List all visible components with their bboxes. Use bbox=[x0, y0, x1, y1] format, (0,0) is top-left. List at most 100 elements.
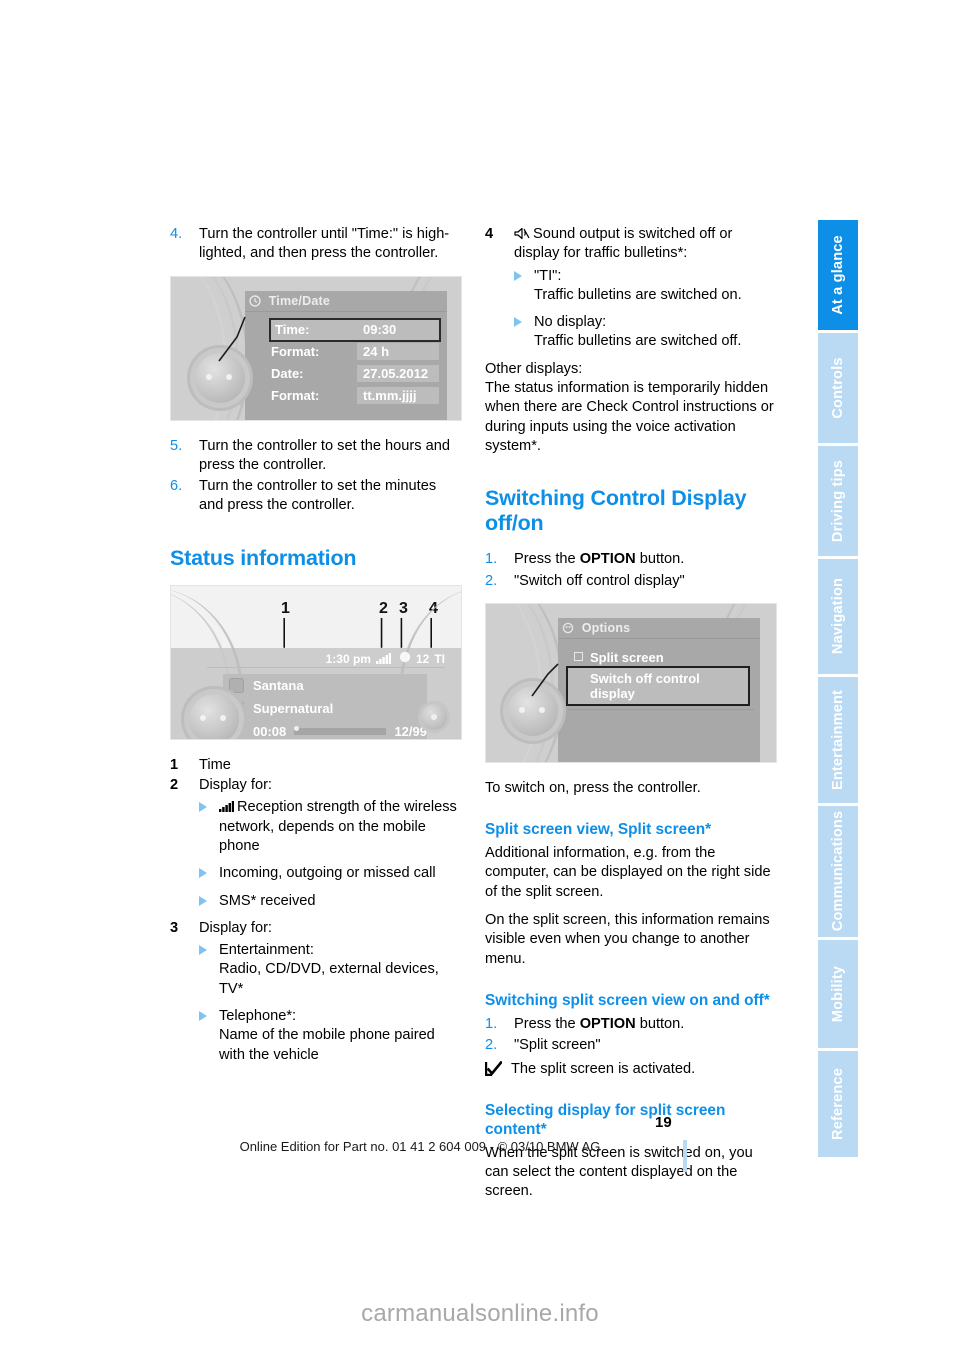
result-text: The split screen is activated. bbox=[511, 1060, 696, 1077]
switch-on-note: To switch on, press the controller. bbox=[485, 779, 701, 796]
triangle-bullet-icon bbox=[199, 895, 207, 906]
triangle-bullet-icon bbox=[199, 802, 207, 813]
legend-label: Time bbox=[199, 756, 231, 773]
sidebar-tab-reference[interactable]: Reference bbox=[818, 1051, 858, 1157]
sidebar-tab-at-a-glance[interactable]: At a glance bbox=[818, 220, 858, 330]
list-item: SMS* received bbox=[199, 892, 462, 911]
triangle-bullet-icon bbox=[514, 270, 522, 281]
list-item: No display: Traffic bulletins are switch… bbox=[514, 313, 777, 352]
step-text-pre: "Split screen" bbox=[514, 1037, 601, 1054]
sidebar-tab-label: Communications bbox=[830, 811, 846, 932]
idrive-controller-knob[interactable] bbox=[508, 685, 558, 736]
list-item: 4. Turn the controller until "Time:" is … bbox=[170, 225, 462, 264]
list-item: 2. "Split screen" bbox=[485, 1036, 777, 1055]
row-value: 24 h bbox=[357, 343, 439, 361]
right-content-column: 4 Sound output is switched off or displa… bbox=[484, 225, 777, 1215]
idrive-menu-panel: Time/Date Time: 09:30 Format: 24 h Date:… bbox=[245, 290, 447, 420]
option-button-label: OPTION bbox=[579, 1015, 636, 1032]
step-number: 1. bbox=[485, 1015, 498, 1032]
list-item: 1. Press the OPTION button. bbox=[485, 1015, 777, 1034]
sidebar-tab-navigation[interactable]: Navigation bbox=[818, 558, 858, 675]
row-value: 27.05.2012 bbox=[357, 365, 439, 383]
time-date-row-date-format[interactable]: Format: tt.mm.jjjj bbox=[271, 386, 439, 406]
album-name: Supernatural bbox=[253, 700, 334, 716]
mute-speaker-icon bbox=[514, 227, 530, 240]
idrive-menu-panel: Options Split screen Switch off control … bbox=[558, 617, 760, 762]
list-item: "TI": Traffic bulletins are switched on. bbox=[514, 267, 777, 306]
checkbox-icon[interactable] bbox=[574, 651, 583, 661]
legend-number: 2 bbox=[170, 777, 179, 794]
time-date-row-list: Time: 09:30 Format: 24 h Date: 27.05.201… bbox=[245, 312, 447, 406]
bullet-text: Reception strength of the wireless netwo… bbox=[219, 799, 457, 854]
legend-number: 3 bbox=[170, 919, 179, 936]
progress-bar[interactable] bbox=[294, 725, 387, 735]
sidebar-tab-driving-tips[interactable]: Driving tips bbox=[818, 445, 858, 556]
chapter-tab-sidebar: At a glance Controls Driving tips Naviga… bbox=[818, 220, 858, 1160]
sidebar-tab-label: Navigation bbox=[830, 578, 846, 655]
step-list-time-setting: 4. Turn the controller until "Time:" is … bbox=[170, 225, 462, 264]
sidebar-tab-controls[interactable]: Controls bbox=[818, 332, 858, 443]
idrive-controller-knob[interactable] bbox=[189, 693, 239, 739]
row-value: 09:30 bbox=[357, 321, 439, 339]
sidebar-tab-label: Reference bbox=[830, 1068, 846, 1140]
now-playing-album-row: Supernatural bbox=[223, 697, 427, 720]
option-label: Split screen bbox=[590, 649, 664, 665]
sidebar-tab-label: Driving tips bbox=[830, 459, 846, 542]
step-number: 2. bbox=[485, 1037, 498, 1054]
footer-edition-note: Online Edition for Part no. 01 41 2 604 … bbox=[239, 1139, 601, 1154]
sidebar-tab-label: Entertainment bbox=[830, 689, 846, 791]
status-legend-list: 1 Time 2 Display for: Reception strength… bbox=[170, 756, 462, 1065]
bullet-text: Entertainment: Radio, CD/DVD, external d… bbox=[219, 942, 439, 997]
list-item: 1. Press the OPTION button. bbox=[485, 550, 777, 569]
idrive-secondary-knob[interactable] bbox=[421, 703, 447, 730]
time-date-row-time[interactable]: Time: 09:30 bbox=[269, 317, 441, 342]
page-title-status-information: Status information bbox=[170, 545, 357, 570]
row-key: Format: bbox=[271, 344, 320, 360]
figure-options-screen: Options Split screen Switch off control … bbox=[485, 602, 777, 763]
divider bbox=[568, 708, 754, 710]
other-displays-block: Other displays: The status information i… bbox=[485, 360, 777, 456]
step-list-split-screen: 1. Press the OPTION button. 2. "Split sc… bbox=[485, 1015, 777, 1056]
step-list-switch-off-display: 1. Press the OPTION button. 2. "Switch o… bbox=[485, 550, 777, 591]
legend-sub-list: Entertainment: Radio, CD/DVD, external d… bbox=[199, 941, 462, 1065]
bullet-text: Telephone*: Name of the mobile phone pai… bbox=[219, 1008, 435, 1063]
step-text-post: button. bbox=[635, 1015, 685, 1032]
step-text: Turn the controller to set the minutes a… bbox=[199, 478, 437, 514]
sidebar-tab-entertainment[interactable]: Entertainment bbox=[818, 677, 858, 803]
time-date-row-time-format[interactable]: Format: 24 h bbox=[271, 342, 439, 362]
list-item: Reception strength of the wireless netwo… bbox=[199, 798, 462, 856]
triangle-bullet-icon bbox=[199, 945, 207, 956]
time-date-row-date[interactable]: Date: 27.05.2012 bbox=[271, 364, 439, 384]
bullet-text: No display: Traffic bulletins are switch… bbox=[534, 314, 742, 350]
option-item-split-screen[interactable]: Split screen bbox=[568, 647, 754, 668]
sidebar-tab-mobility[interactable]: Mobility bbox=[818, 940, 858, 1049]
legend-label: Sound output is switched off or display … bbox=[514, 226, 733, 262]
row-key: Date: bbox=[271, 366, 304, 382]
other-displays-title: Other displays: bbox=[485, 360, 583, 377]
step-text-pre: Press the bbox=[514, 551, 580, 568]
step-text: Turn the controller to set the hours and… bbox=[199, 437, 450, 473]
sidebar-tab-label: Mobility bbox=[830, 965, 846, 1023]
sidebar-tab-communications[interactable]: Communications bbox=[818, 805, 858, 938]
triangle-bullet-icon bbox=[199, 868, 207, 879]
list-item: 5. Turn the controller to set the hours … bbox=[170, 437, 462, 476]
legend-number: 4 bbox=[485, 226, 494, 242]
clock-icon bbox=[249, 294, 261, 307]
legend-number: 1 bbox=[170, 756, 179, 773]
row-value: tt.mm.jjjj bbox=[357, 387, 439, 405]
status-ti-indicator: TI bbox=[434, 651, 445, 666]
options-gear-icon bbox=[562, 622, 574, 634]
now-playing-panel: Santana Supernatural 00:08 12/99 bbox=[223, 673, 427, 739]
now-playing-progress-row: 00:08 12/99 bbox=[223, 720, 427, 739]
idrive-controller-knob[interactable] bbox=[195, 352, 245, 403]
idrive-panel-title: Time/Date bbox=[245, 291, 447, 312]
figure-time-date-screen: Time/Date Time: 09:30 Format: 24 h Date:… bbox=[170, 275, 462, 421]
step-list-hours-minutes: 5. Turn the controller to set the hours … bbox=[170, 437, 462, 516]
option-label: Switch off control display bbox=[590, 670, 700, 701]
decorative-arc bbox=[486, 603, 564, 762]
option-item-switch-off-control-display[interactable]: Switch off control display bbox=[566, 665, 750, 706]
list-item: 1 Time bbox=[170, 756, 462, 775]
legend-sub-list: Reception strength of the wireless netwo… bbox=[199, 798, 462, 910]
list-item: 4 Sound output is switched off or displa… bbox=[485, 225, 777, 352]
idrive-panel-title-text: Options bbox=[581, 620, 631, 635]
